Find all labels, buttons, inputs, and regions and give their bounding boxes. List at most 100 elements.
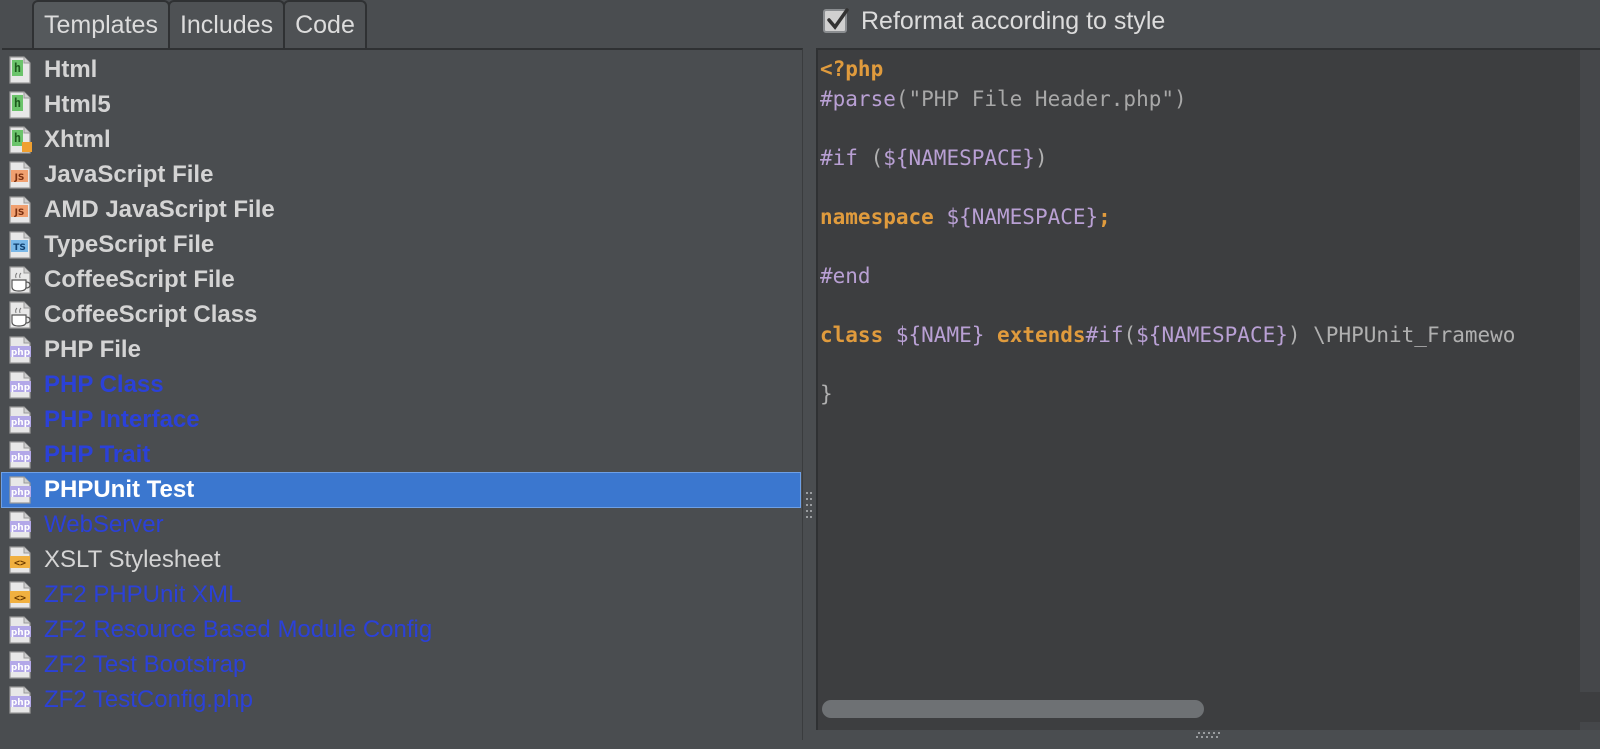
list-item[interactable]: CoffeeScript File <box>2 263 800 297</box>
code-line: } <box>820 380 1600 410</box>
svg-text:h: h <box>14 96 21 110</box>
list-item[interactable]: TS TypeScript File <box>2 228 800 262</box>
templates-panel: Templates Includes Code h Html h Html5 h Xhtm… <box>0 0 812 749</box>
svg-text:<>: <> <box>14 558 26 569</box>
svg-text:php: php <box>11 663 31 673</box>
list-item[interactable]: php PHP File <box>2 333 800 367</box>
reformat-option[interactable]: Reformat according to style <box>823 4 1165 38</box>
splitter-grip-icon[interactable] <box>806 492 812 522</box>
php-file-icon: php <box>7 510 33 540</box>
svg-text:php: php <box>11 523 31 533</box>
list-item-label: PHP Class <box>44 371 164 398</box>
list-item[interactable]: CoffeeScript Class <box>2 298 800 332</box>
code-token: #if <box>1085 322 1124 347</box>
svg-text:h: h <box>14 131 21 145</box>
php-file-icon: php <box>7 405 33 435</box>
code-token: #end <box>820 263 871 288</box>
code-token: ${NAMESPACE} <box>1136 322 1288 347</box>
list-item[interactable]: <> ZF2 PHPUnit XML <box>2 578 800 612</box>
list-item[interactable]: php PHP Trait <box>2 438 800 472</box>
list-item[interactable]: JS AMD JavaScript File <box>2 193 800 227</box>
html-file-icon: h <box>7 90 33 120</box>
list-item-label: CoffeeScript File <box>44 266 235 293</box>
tab-includes[interactable]: Includes <box>167 0 286 48</box>
code-token: <?php <box>820 57 884 81</box>
svg-text:h: h <box>14 61 21 75</box>
list-item[interactable]: php PHP Interface <box>2 403 800 437</box>
list-item-label: AMD JavaScript File <box>44 196 275 223</box>
code-token: ( <box>857 145 884 170</box>
checkmark-icon <box>827 8 849 30</box>
reformat-checkbox[interactable] <box>823 8 849 33</box>
reformat-label: Reformat according to style <box>861 6 1166 35</box>
svg-text:<>: <> <box>14 593 26 604</box>
horizontal-scrollbar[interactable] <box>818 692 1600 722</box>
code-line: #if (${NAMESPACE}) <box>820 144 1600 174</box>
code-token: ${NAMESPACE} <box>946 204 1099 229</box>
list-item[interactable]: php ZF2 TestConfig.php <box>2 683 800 717</box>
list-item[interactable]: php PHPUnit Test <box>1 472 801 508</box>
tab-code[interactable]: Code <box>283 0 367 48</box>
list-item-label: PHPUnit Test <box>44 476 195 503</box>
tab-templates[interactable]: Templates <box>32 0 170 48</box>
xml-file-icon: <> <box>7 580 33 610</box>
js-file-icon: JS <box>7 195 33 225</box>
list-item-label: Xhtml <box>44 126 111 153</box>
list-item-label: PHP Interface <box>44 406 200 433</box>
coffee-file-icon <box>7 265 33 295</box>
code-token: ("PHP File Header.php") <box>895 86 1187 111</box>
list-item[interactable]: php WebServer <box>2 508 800 542</box>
code-token: ${NAMESPACE} <box>883 145 1035 170</box>
php-file-icon: php <box>7 440 33 470</box>
js-file-icon: JS <box>7 160 33 190</box>
svg-text:php: php <box>11 348 31 358</box>
svg-text:JS: JS <box>14 173 25 183</box>
xml-file-icon: <> <box>7 545 33 575</box>
list-item-label: Html <box>44 56 98 83</box>
list-item[interactable]: php PHP Class <box>2 368 800 402</box>
code-token: ) \PHPUnit_Framewo <box>1287 322 1516 347</box>
code-token: class <box>820 322 884 347</box>
svg-text:php: php <box>11 698 31 708</box>
resize-grip-icon[interactable] <box>1196 731 1224 739</box>
code-content[interactable]: <?php #parse("PHP File Header.php") #if (… <box>818 50 1600 409</box>
code-line: namespace ${NAMESPACE}; <box>820 203 1600 233</box>
svg-text:php: php <box>11 453 31 463</box>
code-line: <?php <box>820 55 1600 85</box>
list-item-label: PHP File <box>44 336 141 363</box>
svg-text:php: php <box>11 488 31 498</box>
list-item[interactable]: JS JavaScript File <box>2 158 800 192</box>
code-token: ( <box>1123 322 1137 347</box>
code-token: #parse <box>820 86 896 111</box>
list-item-label: ZF2 PHPUnit XML <box>44 581 242 608</box>
template-code-editor[interactable]: <?php #parse("PHP File Header.php") #if (… <box>816 48 1600 730</box>
code-line: #parse("PHP File Header.php") <box>820 85 1600 115</box>
svg-text:JS: JS <box>14 208 25 218</box>
html-file-icon: h <box>7 55 33 85</box>
list-item-label: Html5 <box>44 91 111 118</box>
template-list[interactable]: h Html h Html5 h Xhtml JS JavaScript File JS AMD … <box>1 48 803 740</box>
list-item[interactable]: php ZF2 Test Bootstrap <box>2 648 800 682</box>
php-file-icon: php <box>7 475 33 505</box>
svg-text:TS: TS <box>13 243 26 253</box>
list-item[interactable]: php ZF2 Resource Based Module Config <box>2 613 800 647</box>
list-item-label: PHP Trait <box>44 441 151 468</box>
list-item[interactable]: h Xhtml <box>2 123 800 157</box>
code-token: #if <box>820 145 858 170</box>
scrollbar-thumb[interactable] <box>822 700 1204 718</box>
list-item[interactable]: h Html <box>2 53 800 87</box>
svg-text:php: php <box>11 418 31 428</box>
vertical-scrollbar[interactable] <box>1580 50 1600 730</box>
list-item[interactable]: <> XSLT Stylesheet <box>2 543 800 577</box>
code-token: ${NAME} <box>895 322 985 347</box>
php-file-icon: php <box>7 685 33 715</box>
xhtml-file-icon: h <box>7 125 33 155</box>
list-item-label: WebServer <box>44 511 164 538</box>
list-item[interactable]: h Html5 <box>2 88 800 122</box>
